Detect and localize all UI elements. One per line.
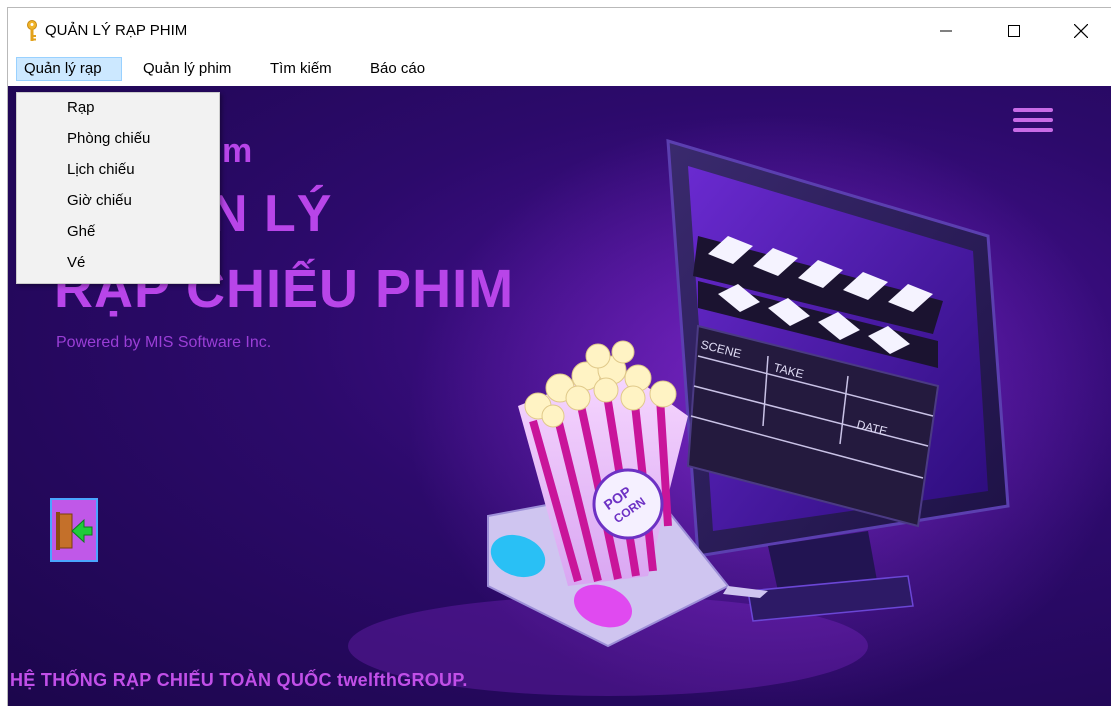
close-button[interactable] (1058, 8, 1104, 53)
hero-line-1: m (222, 132, 254, 170)
dropdown-gutter (17, 93, 51, 283)
menu-bar: Quản lý rạp Quản lý phim Tìm kiếm Báo cá… (8, 53, 1111, 86)
dropdown-quan-ly-rap: Rạp Phòng chiếu Lịch chiếu Giờ chiếu Ghế… (16, 92, 220, 284)
dropdown-item-ghe[interactable]: Ghế (67, 220, 95, 244)
close-icon (1074, 23, 1088, 38)
exit-button[interactable] (50, 498, 98, 562)
window-title: QUẢN LÝ RẠP PHIM (45, 22, 188, 39)
footer-text: HỆ THỐNG RẠP CHIẾU TOÀN QUỐC twelfthGROU… (10, 670, 468, 690)
dropdown-item-lich-chieu[interactable]: Lịch chiếu (67, 158, 135, 182)
dropdown-item-gio-chieu[interactable]: Giờ chiếu (67, 189, 132, 213)
menu-tim-kiem[interactable]: Tìm kiếm (263, 57, 339, 81)
hamburger-menu-icon[interactable] (1013, 108, 1053, 132)
dropdown-item-rap[interactable]: Rạp (67, 96, 95, 120)
key-icon (27, 20, 37, 41)
menu-quan-ly-rap[interactable]: Quản lý rạp (16, 57, 122, 81)
maximize-icon (1008, 24, 1020, 37)
powered-by-text: Powered by MIS Software Inc. (56, 334, 272, 351)
app-window: QUẢN LÝ RẠP PHIM Quản lý rạp Quản lý phi… (8, 8, 1111, 706)
minimize-button[interactable] (923, 8, 969, 53)
menu-quan-ly-phim[interactable]: Quản lý phim (136, 57, 238, 81)
title-bar[interactable]: QUẢN LÝ RẠP PHIM (8, 8, 1111, 53)
dropdown-item-ve[interactable]: Vé (67, 251, 85, 275)
minimize-icon (940, 30, 952, 31)
exit-door-icon (56, 512, 93, 550)
menu-bao-cao[interactable]: Báo cáo (363, 57, 432, 81)
hero-line-2: N LÝ (210, 185, 333, 243)
maximize-button[interactable] (991, 8, 1037, 53)
dropdown-item-phong-chieu[interactable]: Phòng chiếu (67, 127, 150, 151)
